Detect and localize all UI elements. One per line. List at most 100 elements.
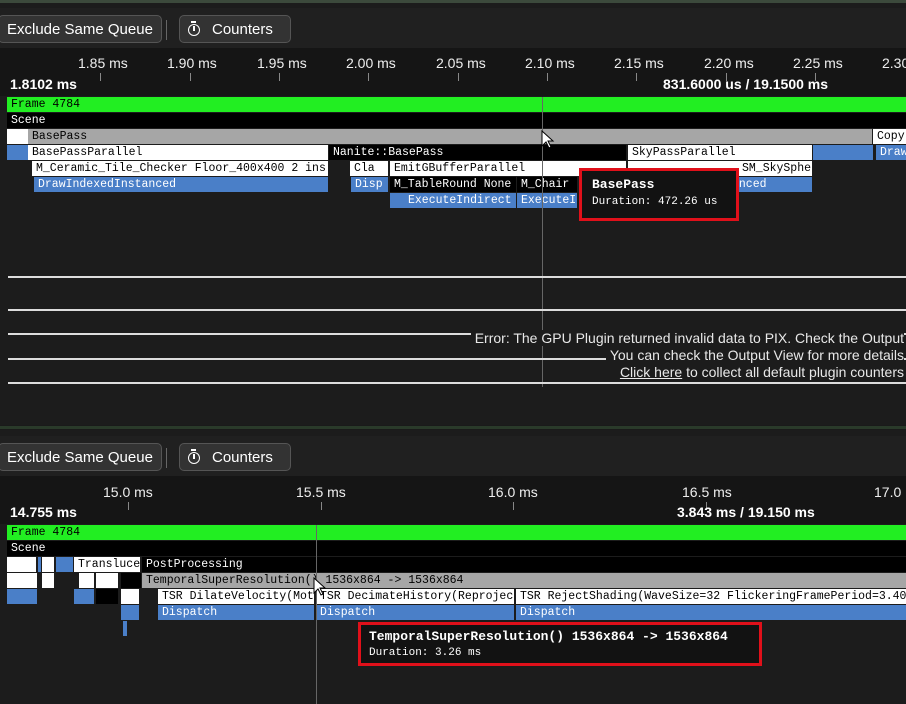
- nanite-basepass-bar[interactable]: Nanite::BasePass: [329, 145, 626, 160]
- ruler-tick: 17.0: [874, 484, 902, 500]
- top-timeline-pane: Exclude Same Queue Counters 1.85 ms 1.90…: [0, 0, 906, 425]
- tick-mark: [513, 502, 514, 510]
- execute-indirect-bar[interactable]: ExecuteI: [517, 193, 577, 208]
- tooltip-duration: Duration: 3.26 ms: [369, 647, 482, 659]
- skypass-parallel-bar[interactable]: SkyPassParallel: [628, 145, 812, 160]
- tick-mark: [458, 73, 459, 81]
- basepass-tooltip: BasePass Duration: 472.26 us: [579, 168, 739, 221]
- tsr-bar[interactable]: TemporalSuperResolution() 1536x864 -> 15…: [142, 573, 906, 588]
- tick-mark: [368, 73, 369, 81]
- frame-bar[interactable]: Frame 4784: [7, 525, 906, 540]
- mouse-pointer-icon: [313, 577, 327, 596]
- tsr-decimate-history-bar[interactable]: TSR DecimateHistory(Reprojec: [316, 589, 514, 604]
- ruler-tick: 2.30: [882, 55, 906, 71]
- exclude-same-queue-button[interactable]: Exclude Same Queue: [0, 15, 162, 43]
- blue-fragment[interactable]: [123, 621, 127, 636]
- counters-label: Counters: [212, 449, 273, 466]
- table-round-bar[interactable]: M_TableRound None: [390, 177, 516, 192]
- error-message: Error: The GPU Plugin returned invalid d…: [470, 330, 904, 346]
- chair-bar[interactable]: M_Chair: [517, 177, 577, 192]
- tick-mark: [321, 502, 322, 510]
- draw-indexed-instanced-bar[interactable]: DrawIndexedInstanced: [34, 177, 328, 192]
- ruler-tick: 2.05 ms: [436, 55, 486, 71]
- copy-bar[interactable]: Copy: [873, 129, 906, 144]
- left-fragment[interactable]: [121, 573, 141, 588]
- tick-mark: [547, 73, 548, 81]
- draw-bar[interactable]: Draw: [876, 145, 906, 160]
- range-start: 1.8102 ms: [10, 76, 77, 92]
- counters-label: Counters: [212, 21, 273, 38]
- collect-counters-message: Click here to collect all default plugin…: [615, 364, 904, 380]
- tsr-dilate-velocity-bar[interactable]: TSR DilateVelocity(Mot: [158, 589, 314, 604]
- blue-fragment[interactable]: [7, 145, 28, 160]
- stopwatch-icon: [188, 21, 200, 36]
- scene-bar[interactable]: Scene: [7, 541, 906, 556]
- pane-divider[interactable]: [0, 426, 906, 429]
- toolbar-separator: [166, 20, 167, 40]
- frame-bar[interactable]: Frame 4784: [7, 97, 906, 112]
- left-fragment[interactable]: [7, 557, 36, 572]
- ruler-tick: 2.00 ms: [346, 55, 396, 71]
- left-fragment[interactable]: [7, 573, 37, 588]
- dispatch-bar[interactable]: Dispatch: [516, 605, 906, 620]
- left-fragment[interactable]: [42, 573, 54, 588]
- blue-fragment[interactable]: [56, 557, 73, 572]
- ruler-tick: 15.5 ms: [296, 484, 346, 500]
- blue-fragment[interactable]: [121, 605, 139, 620]
- top-toolbar: Exclude Same Queue Counters: [0, 8, 906, 48]
- dispatch-bar[interactable]: Dispatch: [316, 605, 514, 620]
- counters-button[interactable]: Counters: [179, 443, 291, 471]
- ruler-tick: 2.20 ms: [704, 55, 754, 71]
- bottom-time-ruler[interactable]: 15.0 ms 15.5 ms 16.0 ms 16.5 ms 17.0 14.…: [0, 476, 906, 524]
- disp-bar[interactable]: Disp: [351, 177, 388, 192]
- range-span: 3.843 ms / 19.150 ms: [677, 504, 815, 520]
- tooltip-title: TemporalSuperResolution() 1536x864 -> 15…: [369, 629, 728, 644]
- counter-row-line: [8, 276, 906, 278]
- tsr-reject-shading-bar[interactable]: TSR RejectShading(WaveSize=32 Flickering…: [516, 589, 906, 604]
- tick-mark: [100, 73, 101, 81]
- translucency-bar[interactable]: Transluce: [74, 557, 140, 572]
- tick-mark: [279, 73, 280, 81]
- click-here-link[interactable]: Click here: [620, 364, 682, 380]
- tick-mark: [636, 73, 637, 81]
- cla-bar[interactable]: Cla: [350, 161, 388, 176]
- tsr-tooltip: TemporalSuperResolution() 1536x864 -> 15…: [358, 622, 762, 666]
- blue-fragment[interactable]: [38, 557, 41, 572]
- blue-fragment[interactable]: [813, 145, 873, 160]
- toolbar-separator: [166, 448, 167, 468]
- basepass-parallel-bar[interactable]: BasePassParallel: [28, 145, 328, 160]
- scene-bar[interactable]: Scene: [7, 113, 906, 128]
- ruler-tick: 2.25 ms: [793, 55, 843, 71]
- tooltip-duration: Duration: 472.26 us: [592, 196, 718, 208]
- tick-mark: [190, 73, 191, 81]
- tooltip-title: BasePass: [592, 177, 655, 192]
- range-span: 831.6000 us / 19.1500 ms: [663, 76, 829, 92]
- ruler-tick: 16.5 ms: [682, 484, 732, 500]
- ceramic-tile-bar[interactable]: M_Ceramic_Tile_Checker Floor_400x400 2 i…: [32, 161, 328, 176]
- basepass-bar[interactable]: BasePass: [28, 129, 872, 144]
- blue-fragment[interactable]: [7, 589, 37, 604]
- left-fragment[interactable]: [7, 129, 28, 144]
- left-fragment[interactable]: [79, 573, 94, 588]
- top-time-ruler[interactable]: 1.85 ms 1.90 ms 1.95 ms 2.00 ms 2.05 ms …: [0, 48, 906, 96]
- time-cursor: [316, 525, 317, 704]
- postprocessing-bar[interactable]: PostProcessing: [142, 557, 906, 572]
- stopwatch-icon: [188, 449, 200, 464]
- error-details: You can check the Output View for more d…: [605, 347, 904, 363]
- left-fragment[interactable]: [121, 589, 139, 604]
- execute-indirect-bar[interactable]: ExecuteIndirect: [390, 193, 516, 208]
- top-border: [0, 0, 906, 3]
- ruler-tick: 16.0 ms: [488, 484, 538, 500]
- left-fragment[interactable]: [42, 557, 54, 572]
- counter-row-line: [8, 382, 906, 384]
- counters-button[interactable]: Counters: [179, 15, 291, 43]
- dispatch-bar[interactable]: Dispatch: [158, 605, 314, 620]
- ruler-tick: 2.15 ms: [614, 55, 664, 71]
- bottom-toolbar: Exclude Same Queue Counters: [0, 436, 906, 476]
- exclude-same-queue-button[interactable]: Exclude Same Queue: [0, 443, 162, 471]
- left-fragment[interactable]: [96, 589, 118, 604]
- range-start: 14.755 ms: [10, 504, 77, 520]
- blue-fragment[interactable]: [74, 589, 94, 604]
- ruler-tick: 2.10 ms: [525, 55, 575, 71]
- left-fragment[interactable]: [96, 573, 118, 588]
